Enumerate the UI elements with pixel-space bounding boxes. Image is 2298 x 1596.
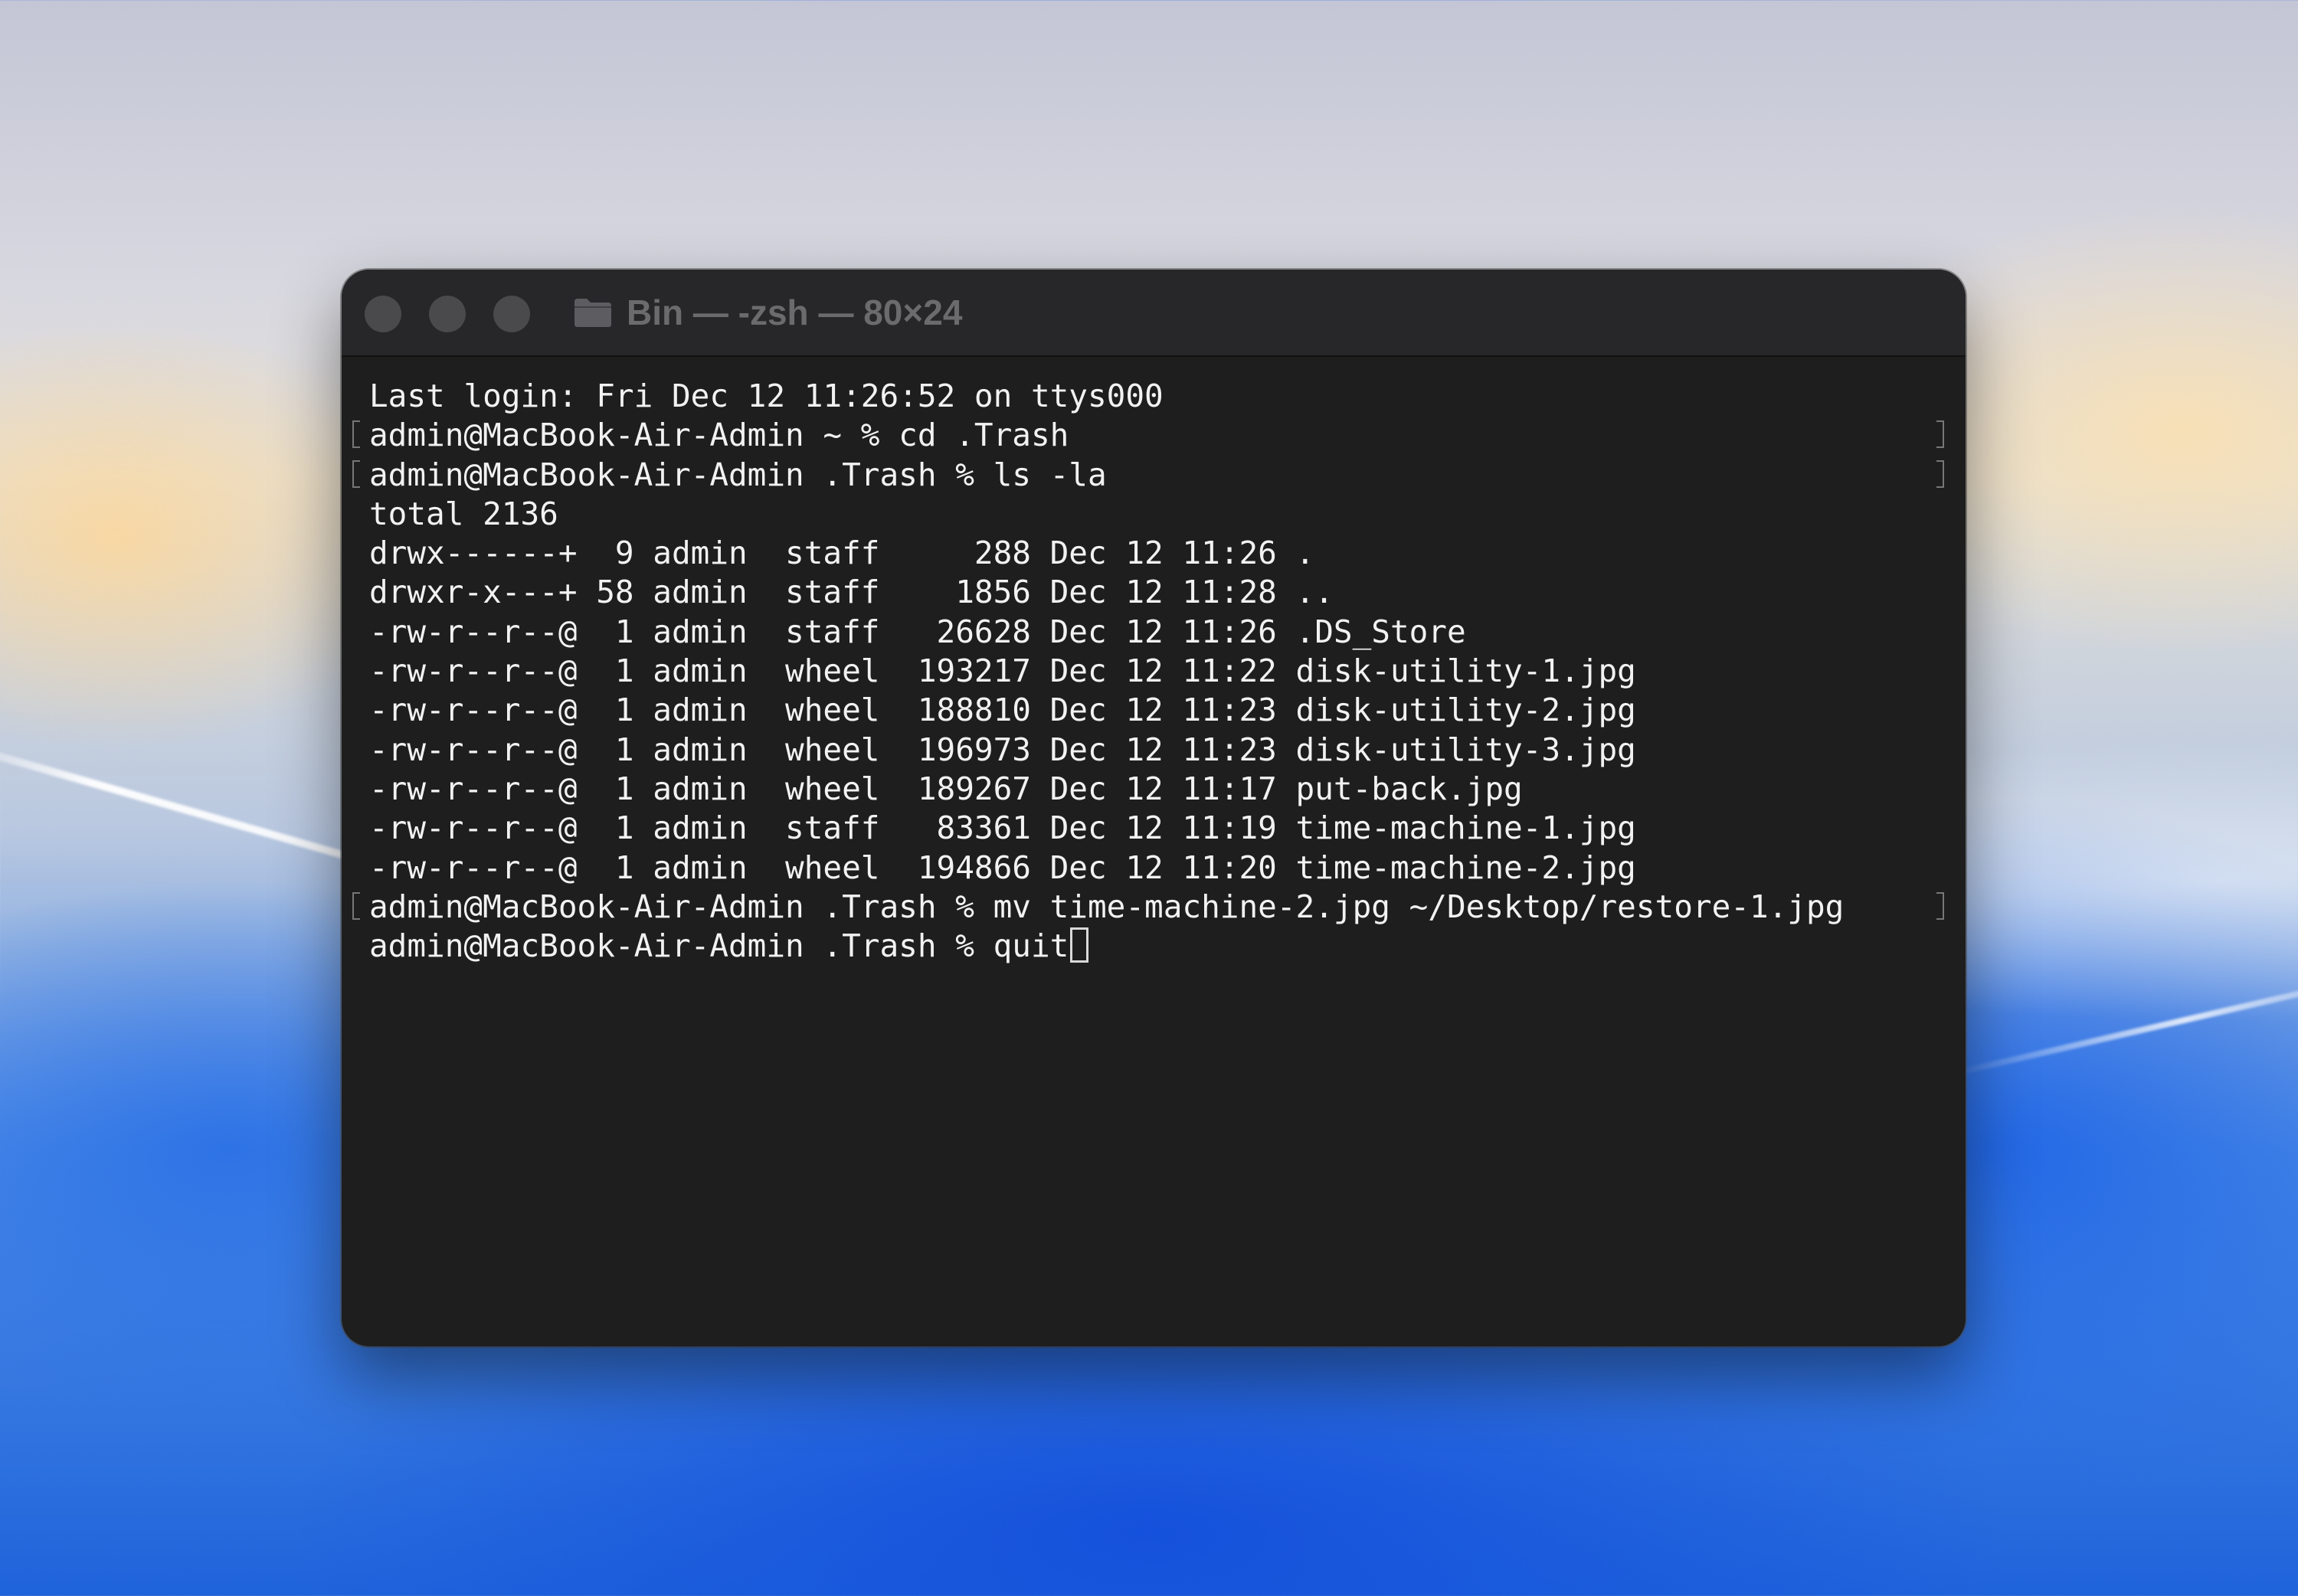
command-line: admin@MacBook-Air-Admin .Trash % mv time… bbox=[352, 888, 1944, 927]
folder-icon bbox=[574, 299, 611, 327]
command-mark-right bbox=[1936, 460, 1944, 488]
command-line: admin@MacBook-Air-Admin ~ % cd .Trash bbox=[352, 416, 1944, 455]
title-bar[interactable]: Bin — -zsh — 80×24 bbox=[342, 270, 1966, 357]
minimize-button[interactable] bbox=[429, 296, 466, 332]
window-title: Bin — -zsh — 80×24 bbox=[627, 293, 963, 332]
file-listing-row: drwx------+ 9 admin staff 288 Dec 12 11:… bbox=[369, 535, 1315, 572]
file-listing-row: -rw-r--r--@ 1 admin wheel 194866 Dec 12 … bbox=[369, 849, 1636, 886]
prompt-line[interactable]: admin@MacBook-Air-Admin .Trash % quit bbox=[369, 927, 1932, 966]
command-mark-left bbox=[352, 420, 360, 449]
wallpaper-highlight bbox=[1949, 981, 2298, 1078]
command-mark-left bbox=[352, 460, 360, 488]
command-mark-left bbox=[352, 891, 360, 920]
close-button[interactable] bbox=[365, 296, 401, 332]
file-listing-row: -rw-r--r--@ 1 admin wheel 189267 Dec 12 … bbox=[369, 770, 1523, 807]
file-listing-row: -rw-r--r--@ 1 admin wheel 196973 Dec 12 … bbox=[369, 731, 1636, 768]
command-mark-right bbox=[1936, 420, 1944, 449]
terminal-line: Last login: Fri Dec 12 11:26:52 on ttys0… bbox=[369, 378, 1164, 414]
zoom-button[interactable] bbox=[493, 296, 530, 332]
file-listing-row: -rw-r--r--@ 1 admin wheel 188810 Dec 12 … bbox=[369, 692, 1636, 729]
terminal-window[interactable]: Bin — -zsh — 80×24 Last login: Fri Dec 1… bbox=[342, 270, 1966, 1346]
file-listing-row: -rw-r--r--@ 1 admin wheel 193217 Dec 12 … bbox=[369, 652, 1636, 690]
text-cursor bbox=[1070, 927, 1089, 963]
terminal-line: total 2136 bbox=[369, 495, 558, 532]
command-line: admin@MacBook-Air-Admin .Trash % ls -la bbox=[352, 456, 1944, 495]
terminal-output[interactable]: Last login: Fri Dec 12 11:26:52 on ttys0… bbox=[352, 377, 1944, 1326]
file-listing-row: drwxr-x---+ 58 admin staff 1856 Dec 12 1… bbox=[369, 574, 1334, 611]
file-listing-row: -rw-r--r--@ 1 admin staff 83361 Dec 12 1… bbox=[369, 809, 1636, 847]
command-mark-right bbox=[1936, 891, 1944, 920]
file-listing-row: -rw-r--r--@ 1 admin staff 26628 Dec 12 1… bbox=[369, 613, 1466, 650]
